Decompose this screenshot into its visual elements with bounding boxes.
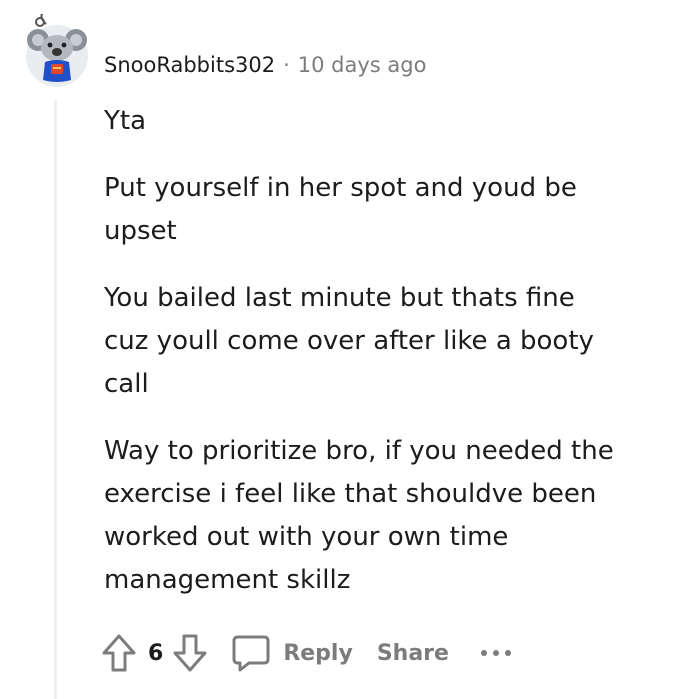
speech-bubble-icon xyxy=(232,635,270,672)
meta-separator: · xyxy=(283,53,290,77)
avatar[interactable] xyxy=(24,11,90,92)
vote-count: 6 xyxy=(148,640,164,666)
more-horizontal-icon xyxy=(480,650,511,656)
upvote-button[interactable] xyxy=(100,632,138,674)
comment-body: Yta Put yourself in her spot and youd be… xyxy=(104,100,624,626)
downvote-button[interactable] xyxy=(171,632,209,674)
comment-meta: SnooRabbits302 · 10 days ago xyxy=(104,50,426,80)
username-link[interactable]: SnooRabbits302 xyxy=(104,53,275,77)
reply-button[interactable]: Reply xyxy=(231,633,353,673)
comment-paragraph: Way to prioritize bro, if you needed the… xyxy=(104,436,614,595)
arrow-up-icon xyxy=(102,634,136,672)
arrow-down-icon xyxy=(173,634,207,672)
share-button[interactable]: Share xyxy=(377,641,449,666)
snoo-koala-avatar-icon xyxy=(26,11,88,87)
comment-actions: 6 Reply Share xyxy=(100,630,513,676)
thread-line[interactable] xyxy=(54,100,57,699)
timestamp-link[interactable]: 10 days ago xyxy=(298,53,427,77)
comment-paragraph: Yta xyxy=(104,106,147,136)
more-options-button[interactable] xyxy=(479,648,513,658)
reply-label: Reply xyxy=(283,640,353,666)
comment-paragraph: You bailed last minute but thats fine cu… xyxy=(104,283,594,399)
comment-paragraph: Put yourself in her spot and youd be ups… xyxy=(104,173,577,246)
